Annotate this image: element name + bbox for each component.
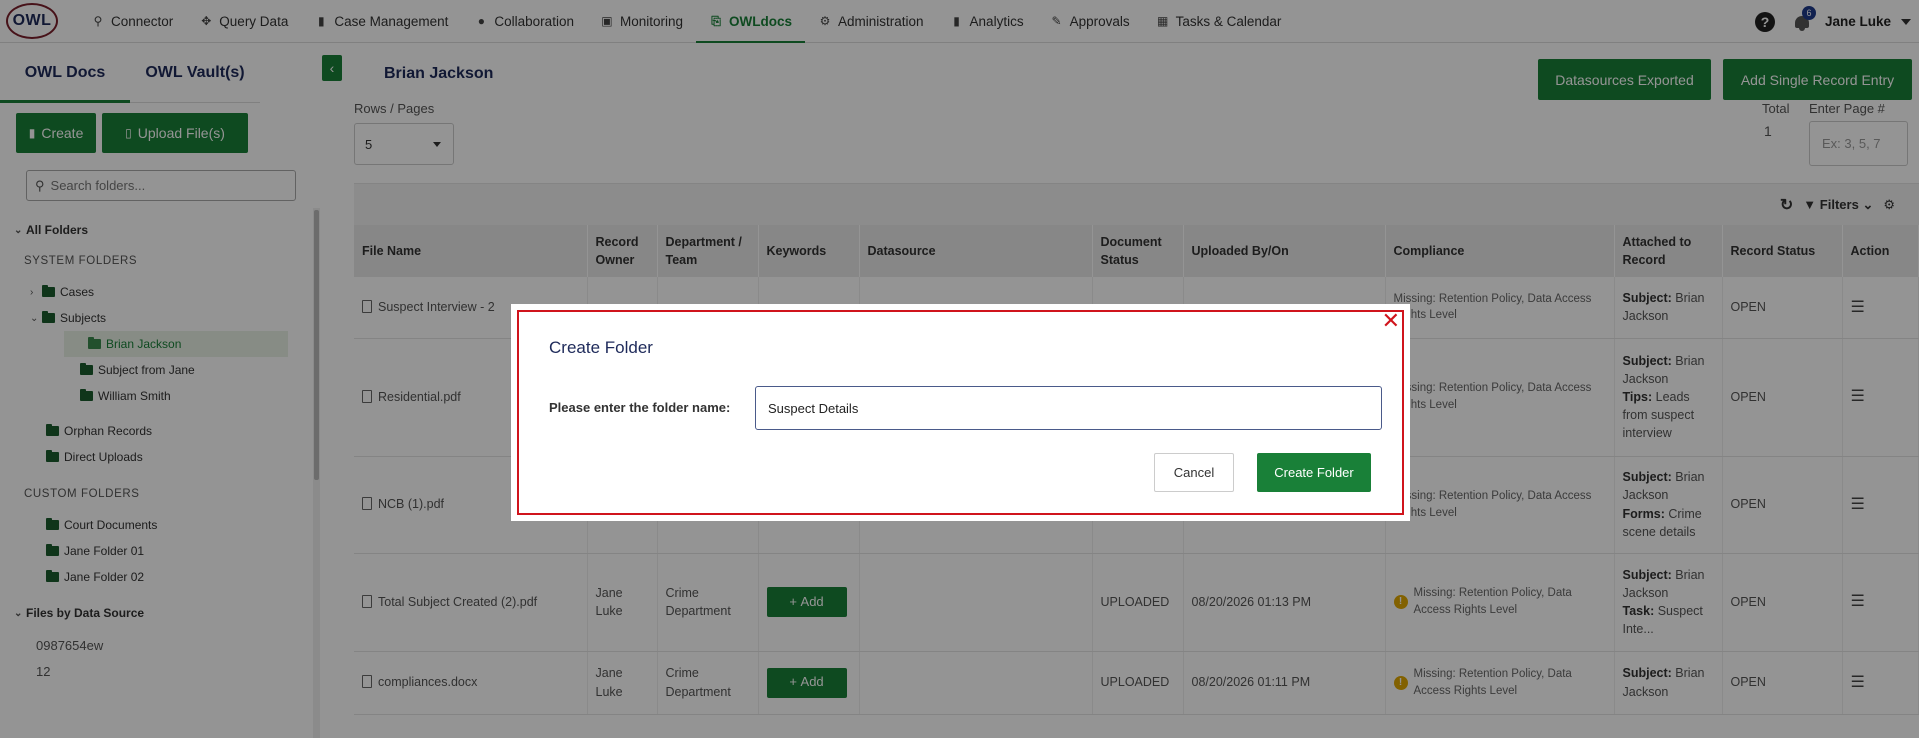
modal-title: Create Folder: [549, 338, 653, 357]
folder-name-input[interactable]: Suspect Details: [755, 386, 1382, 430]
close-icon[interactable]: ✕: [1382, 310, 1400, 332]
cancel-button[interactable]: Cancel: [1154, 453, 1234, 492]
create-folder-button[interactable]: Create Folder: [1257, 453, 1371, 492]
create-folder-modal: ✕ Create Folder Please enter the folder …: [511, 304, 1410, 521]
folder-name-label: Please enter the folder name:: [549, 400, 731, 415]
